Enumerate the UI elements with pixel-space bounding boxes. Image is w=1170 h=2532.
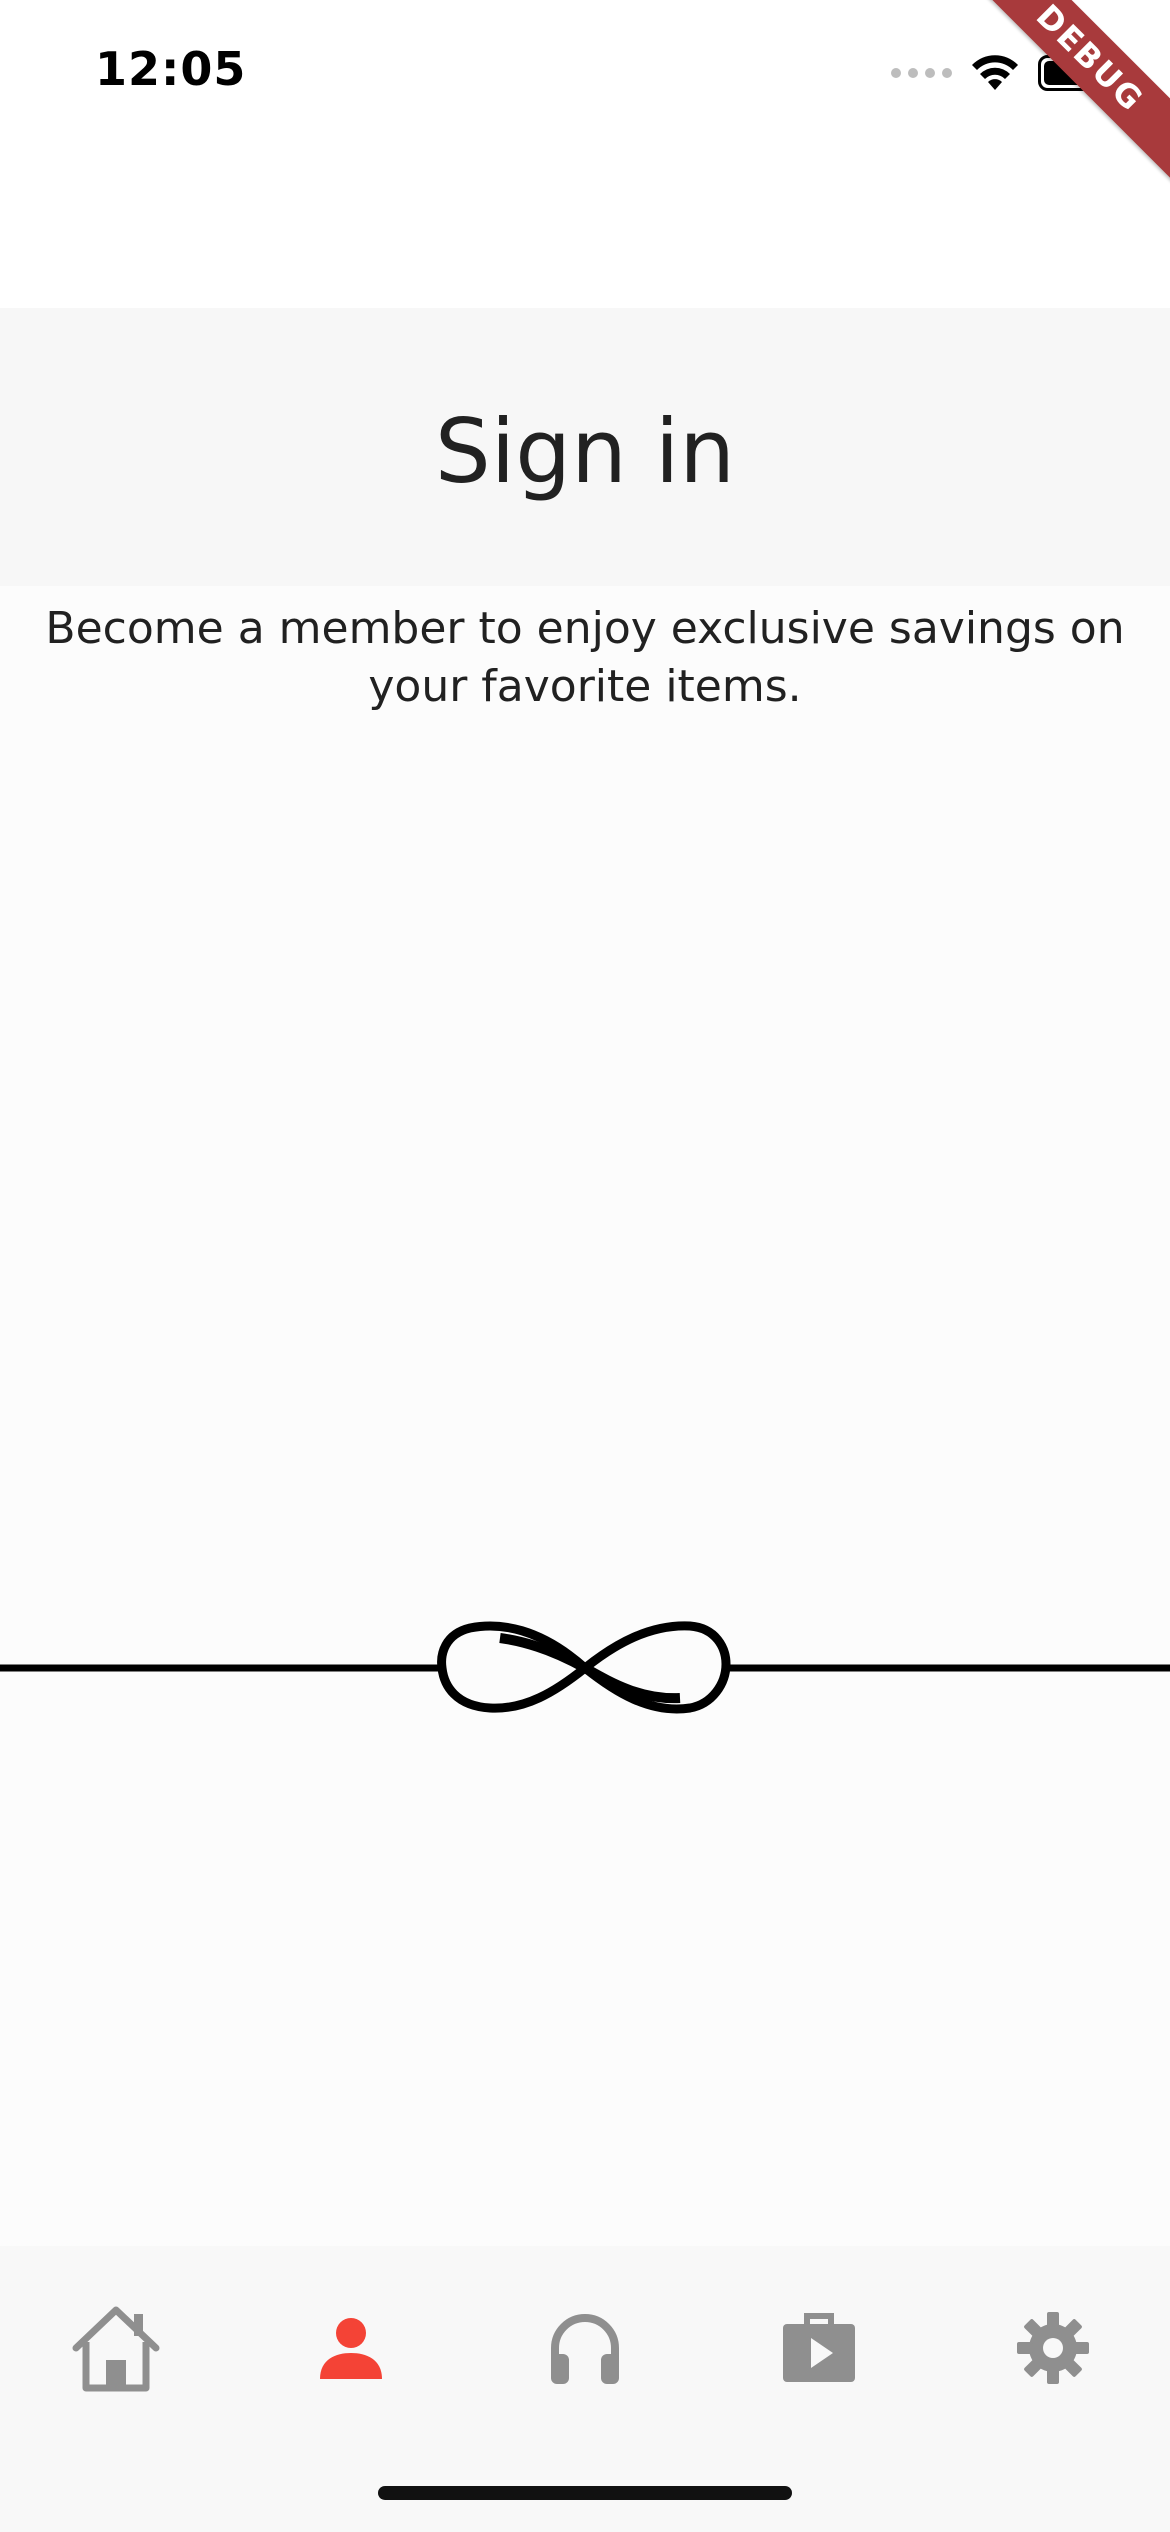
page-header: Sign in [0,308,1170,586]
nav-home[interactable] [66,2298,166,2398]
page-title: Sign in [434,399,736,503]
infinity-icon [437,1621,731,1714]
briefcase-play-icon [783,2313,855,2382]
headphones-icon [551,2314,619,2384]
nav-audio[interactable] [535,2298,635,2398]
status-time: 12:05 [95,42,247,96]
person-icon [320,2318,382,2379]
cellular-signal-icon [891,68,952,78]
main-content: Become a member to enjoy exclusive savin… [0,586,1170,2246]
wifi-icon [972,55,1018,90]
member-subtitle: Become a member to enjoy exclusive savin… [45,603,1125,712]
status-bar: 12:05 [0,0,1170,150]
nav-settings[interactable] [1003,2298,1103,2398]
home-indicator[interactable] [378,2486,792,2500]
infinity-divider [0,1621,1170,1714]
home-icon [72,2306,160,2392]
nav-profile[interactable] [301,2298,401,2398]
gear-icon [1017,2312,1089,2384]
nav-media[interactable] [769,2298,869,2398]
